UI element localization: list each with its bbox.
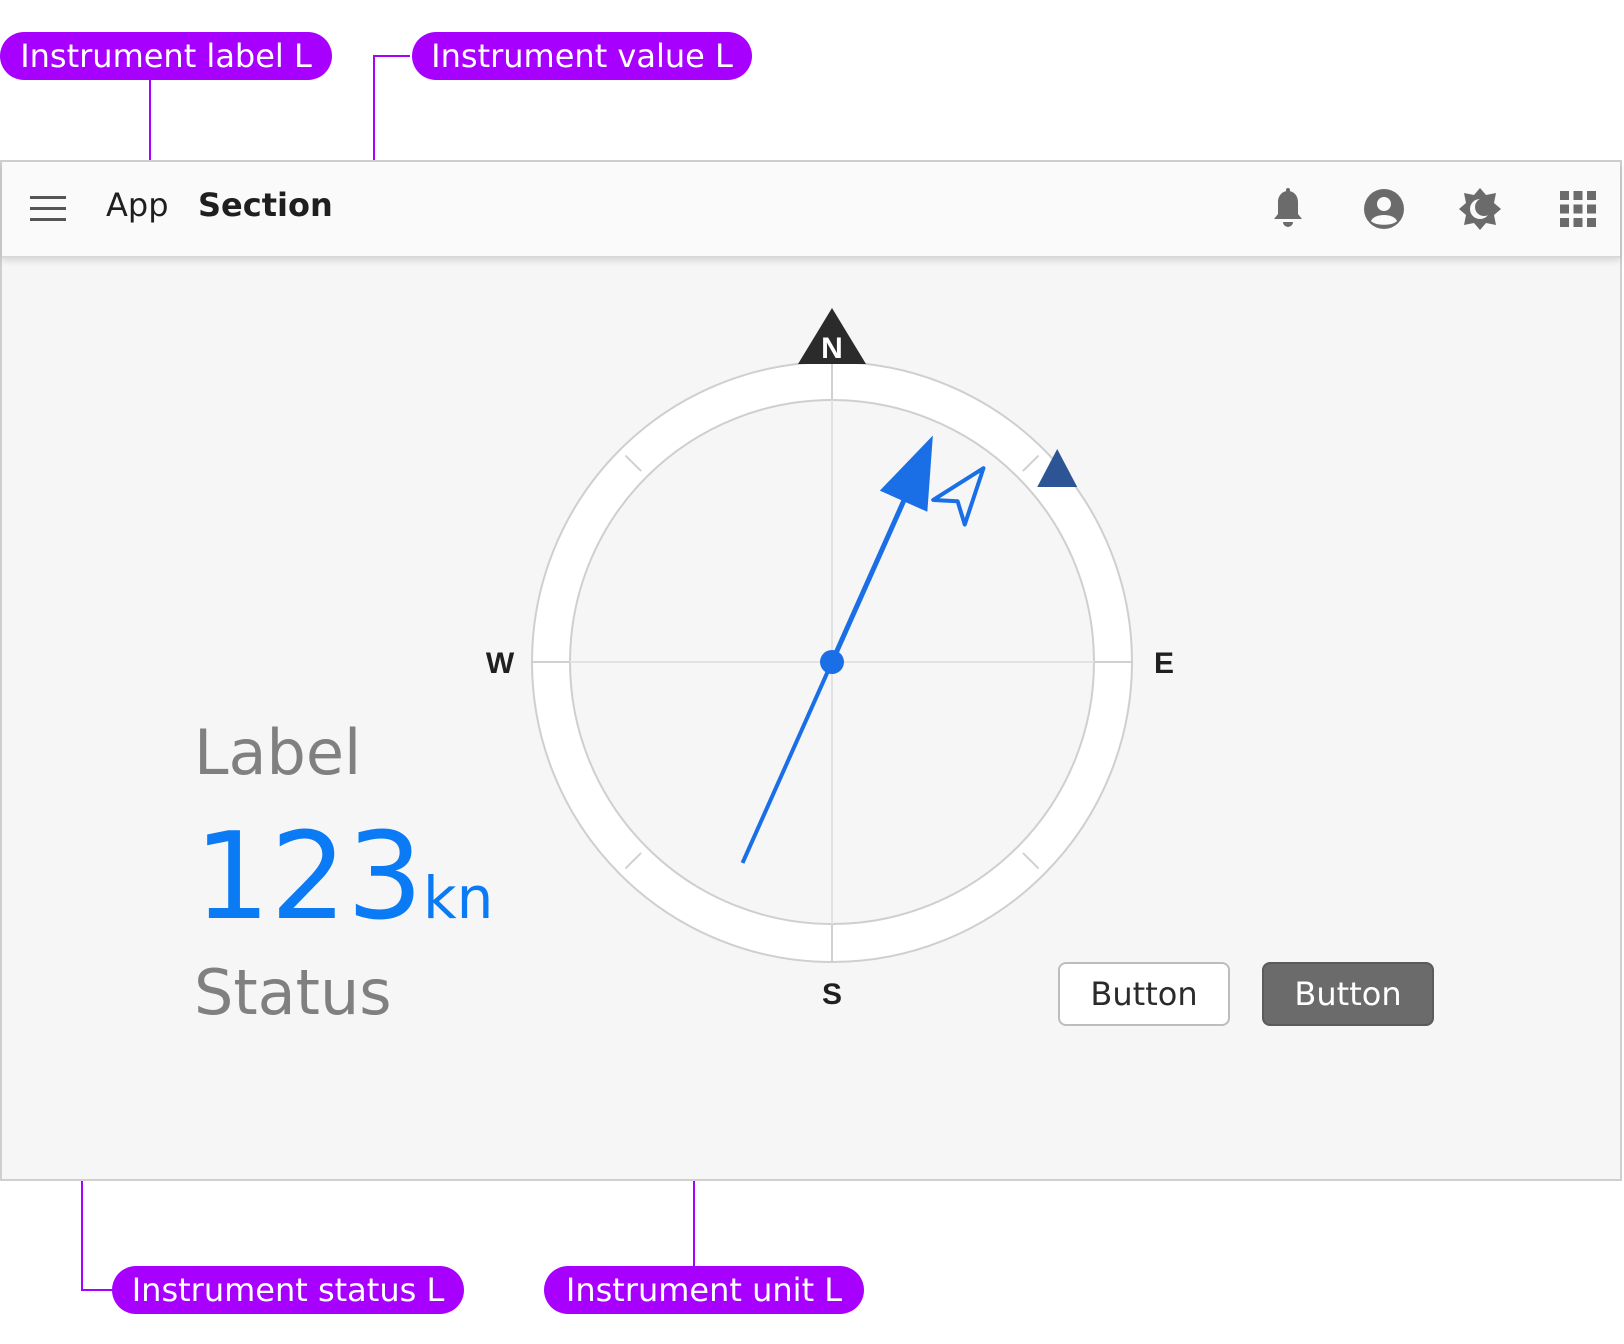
instrument-status-callout-text: Instrument status L [131,1271,445,1309]
top-bar: App Section [2,162,1620,258]
instrument-value-callout-text: Instrument value L [431,37,733,75]
instrument-label-callout-text: Instrument label L [20,37,312,75]
instrument-unit-callout: Instrument unit L [544,1266,864,1314]
user-account-icon[interactable] [1360,185,1408,233]
instrument-value-callout: Instrument value L [412,32,752,80]
compass-east-label: E [1154,647,1174,680]
notification-bell-icon[interactable] [1264,185,1312,233]
brightness-icon[interactable] [1456,185,1504,233]
instrument-status: Status [194,956,392,1029]
instrument-value-row: 123kn [194,818,493,938]
section-name: Section [198,186,333,224]
primary-button[interactable]: Button [1262,962,1434,1026]
compass-south-label: S [822,978,842,1011]
instrument-status-callout: Instrument status L [112,1266,464,1314]
apps-grid-icon[interactable] [1554,185,1602,233]
compass-north-label: N [821,332,843,365]
instrument-label-callout: Instrument label L [0,32,332,80]
menu-icon[interactable] [28,192,68,226]
instrument-label: Label [194,716,362,789]
instrument-unit-callout-text: Instrument unit L [565,1271,843,1309]
secondary-button[interactable]: Button [1058,962,1230,1026]
compass-instrument: N E S W [486,308,1174,1011]
app-window: App Section Label 123kn Status N E S W B… [0,160,1622,1181]
compass-west-label: W [486,647,515,680]
instrument-value: 123 [194,808,424,947]
app-name: App [106,186,169,224]
